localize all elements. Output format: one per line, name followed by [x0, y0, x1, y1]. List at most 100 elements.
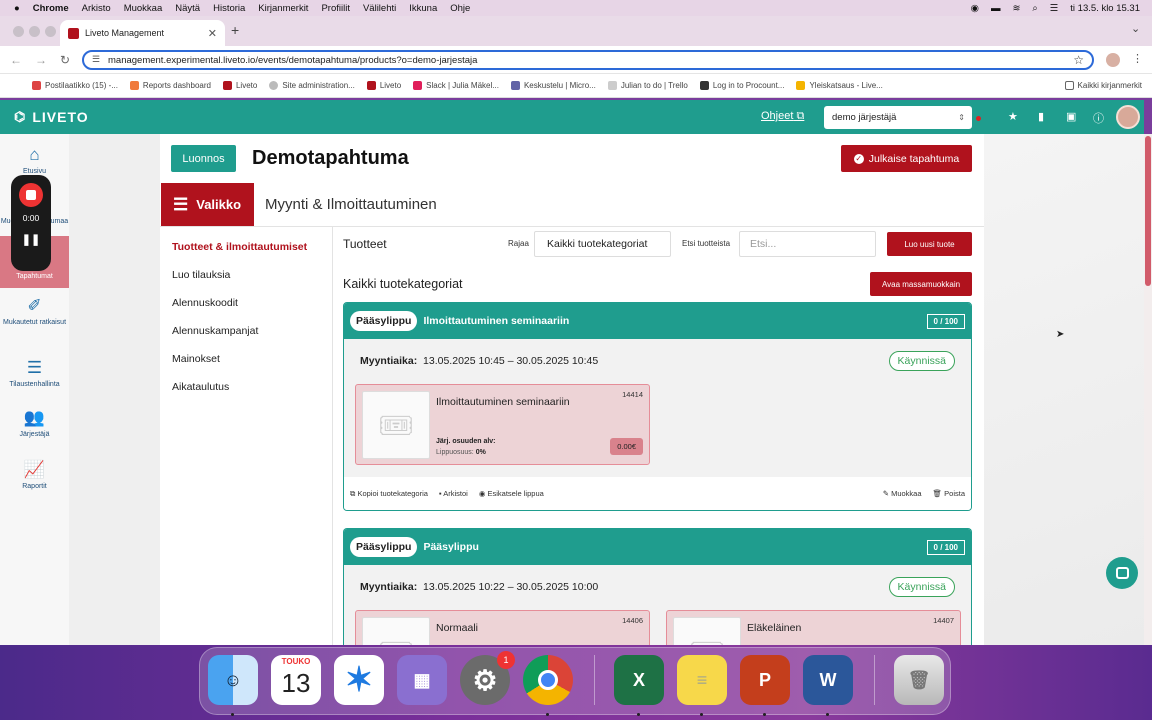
menu-historia[interactable]: Historia — [213, 3, 245, 14]
bookmark-item[interactable]: Site administration... — [269, 81, 355, 90]
leftnav-tuotteet[interactable]: Tuotteet & ilmoittautumiset — [172, 241, 307, 253]
powerpoint-icon[interactable]: P — [740, 655, 790, 705]
bookmark-icon[interactable]: ▮ — [1038, 110, 1044, 123]
stop-icon — [26, 190, 36, 200]
home-icon: ⌂ — [29, 145, 40, 164]
archive-button[interactable]: ▪ Arkistoi — [439, 489, 468, 498]
tab-search-icon[interactable]: ⌄ — [1131, 22, 1140, 35]
menu-toggle-button[interactable]: ☰ Valikko — [161, 183, 254, 226]
leftnav-aikataulutus[interactable]: Aikataulutus — [172, 381, 229, 393]
bookmark-item[interactable]: Liveto — [366, 81, 401, 90]
site-info-icon[interactable]: ☰ — [92, 54, 100, 65]
bookmark-item[interactable]: Liveto — [222, 81, 257, 90]
star-icon[interactable]: ★ — [1008, 110, 1018, 123]
launchpad-icon[interactable]: ▦ — [397, 655, 447, 705]
menu-ikkuna[interactable]: Ikkuna — [409, 3, 437, 14]
back-icon[interactable]: ← — [10, 53, 22, 67]
bookmark-item[interactable]: Reports dashboard — [129, 81, 211, 90]
leftnav-alennuskampanjat[interactable]: Alennuskampanjat — [172, 325, 258, 337]
control-center-icon[interactable]: ☰ — [1050, 3, 1059, 14]
word-icon[interactable]: W — [803, 655, 853, 705]
products-heading: Tuotteet — [343, 237, 387, 251]
address-bar[interactable]: ☰ management.experimental.liveto.io/even… — [82, 50, 1094, 70]
ticket-item[interactable]: 🎟 Normaali 14406 — [355, 610, 650, 645]
window-zoom-button[interactable] — [45, 26, 56, 37]
finder-icon[interactable]: ☺ — [208, 655, 258, 705]
help-link[interactable]: Ohjeet ⧉ — [761, 110, 804, 123]
ticket-item[interactable]: 🎟 Ilmoittautuminen seminaariin 14414 Jär… — [355, 384, 650, 465]
sidebar-item-jarjestaja[interactable]: 👥 Järjestäjä — [0, 408, 69, 438]
stop-recording-button[interactable] — [19, 183, 43, 207]
menu-nayta[interactable]: Näytä — [175, 3, 200, 14]
create-product-button[interactable]: Luo uusi tuote — [887, 232, 972, 256]
bookmark-item[interactable]: Log in to Procount... — [699, 81, 784, 90]
menubar-datetime[interactable]: ti 13.5. klo 15.31 — [1070, 3, 1140, 14]
sidebar-item-raportit[interactable]: 📈 Raportit — [0, 460, 69, 490]
running-indicator — [763, 713, 766, 716]
ticket-item[interactable]: 🎟 Eläkeläinen 14407 — [666, 610, 961, 645]
capacity-badge: 0 / 100 — [926, 313, 965, 329]
menu-chrome[interactable]: Chrome — [33, 3, 69, 14]
bookmark-item[interactable]: Julian to do | Trello — [607, 81, 688, 90]
trash-icon[interactable]: 🗑 — [894, 655, 944, 705]
category-filter-select[interactable]: Kaikki tuotekategoriat — [534, 231, 671, 257]
chat-support-button[interactable] — [1106, 557, 1138, 589]
bookmark-item[interactable]: Slack | Julia Mäkel... — [413, 81, 499, 90]
window-close-button[interactable] — [13, 26, 24, 37]
search-icon[interactable]: ⌕ — [1032, 3, 1037, 14]
bookmark-item[interactable]: Yleiskatsaus - Live... — [796, 81, 883, 90]
menu-profiilit[interactable]: Profiilit — [321, 3, 350, 14]
page-scrollbar-thumb[interactable] — [1145, 136, 1151, 286]
info-icon[interactable]: ⓘ — [1093, 110, 1104, 126]
publish-event-button[interactable]: ✓ Julkaise tapahtuma — [841, 145, 972, 172]
dock-divider — [874, 655, 875, 705]
edit-button[interactable]: ✎ Muokkaa — [883, 489, 922, 498]
browser-tab[interactable]: Liveto Management ✕ — [60, 20, 225, 46]
window-minimize-button[interactable] — [29, 26, 40, 37]
forward-icon[interactable]: → — [35, 53, 47, 67]
divider — [332, 227, 333, 645]
liveto-favicon-icon — [68, 27, 79, 39]
close-tab-icon[interactable]: ✕ — [208, 27, 217, 40]
excel-icon[interactable]: X — [614, 655, 664, 705]
mass-edit-button[interactable]: Avaa massamuokkain — [870, 272, 972, 296]
menu-kirjanmerkit[interactable]: Kirjanmerkit — [258, 3, 308, 14]
menu-muokkaa[interactable]: Muokkaa — [124, 3, 163, 14]
feedback-icon[interactable]: ▣ — [1066, 110, 1076, 123]
preview-ticket-button[interactable]: ◉ Esikatsele lippua — [479, 489, 544, 498]
menu-ohje[interactable]: Ohje — [450, 3, 470, 14]
bookmark-star-icon[interactable]: ☆ — [1073, 53, 1084, 67]
chrome-icon[interactable] — [523, 655, 573, 705]
apple-icon[interactable]: ● — [14, 3, 20, 14]
menu-arkisto[interactable]: Arkisto — [82, 3, 111, 14]
safari-icon[interactable]: ✶ — [334, 655, 384, 705]
product-search-input[interactable]: Etsi... — [739, 231, 876, 257]
chrome-menu-icon[interactable]: ⋮ — [1132, 52, 1143, 65]
slack-icon — [413, 81, 423, 90]
all-bookmarks[interactable]: Kaikki kirjanmerkit — [1064, 81, 1142, 90]
reload-icon[interactable]: ↻ — [60, 53, 70, 67]
new-tab-icon[interactable]: + — [231, 22, 239, 38]
leftnav-mainokset[interactable]: Mainokset — [172, 353, 220, 365]
organization-select[interactable]: demo järjestäjä ⇕ — [824, 106, 972, 129]
copy-category-button[interactable]: ⧉ Kopioi tuotekategoria — [350, 489, 428, 499]
google-ads-icon — [796, 81, 806, 90]
wifi-icon[interactable]: ≋ — [1012, 3, 1020, 14]
menu-valilehti[interactable]: Välilehti — [363, 3, 396, 14]
sidebar-item-mukautetut[interactable]: ✐ Mukautetut ratkaisut — [0, 296, 69, 326]
pause-recording-icon[interactable]: ❚❚ — [11, 233, 51, 246]
record-status-icon[interactable]: ◉ — [971, 3, 979, 14]
sidebar-item-etusivu[interactable]: ⌂ Etusivu — [0, 145, 69, 175]
bookmark-item[interactable]: Postilaatikko (15) -... — [32, 81, 118, 90]
user-avatar[interactable] — [1116, 105, 1140, 129]
profile-avatar[interactable] — [1106, 53, 1120, 67]
delete-button[interactable]: 🗑 Poista — [933, 489, 965, 498]
leftnav-luo-tilauksia[interactable]: Luo tilauksia — [172, 269, 230, 281]
notes-icon[interactable]: ≡ — [677, 655, 727, 705]
leftnav-alennuskoodit[interactable]: Alennuskoodit — [172, 297, 238, 309]
bookmark-item[interactable]: Keskustelu | Micro... — [510, 81, 596, 90]
liveto-logo[interactable]: ⌬ LIVETO — [14, 109, 89, 125]
calendar-icon[interactable]: TOUKO 13 — [271, 655, 321, 705]
battery-icon[interactable]: ▬ — [991, 3, 1001, 14]
sidebar-item-tilaustenhallinta[interactable]: ☰ Tilaustenhallinta — [0, 358, 69, 388]
